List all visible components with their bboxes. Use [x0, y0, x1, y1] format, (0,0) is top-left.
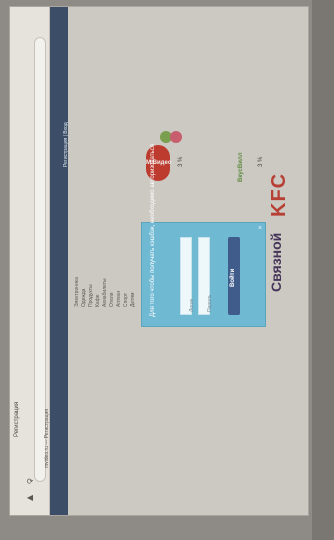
photo-shadow-strip: [312, 0, 334, 540]
password-placeholder: Пароль: [207, 294, 213, 312]
tab-title[interactable]: Регистрация: [14, 367, 24, 437]
login-modal: × Для того чтобы получать кэшбэк, необхо…: [141, 144, 266, 327]
screen: ◀ ⟳ mvideo.ru — Регистрация Регистрация …: [9, 6, 309, 516]
login-placeholder: Логин: [189, 298, 195, 312]
browser-chrome: ◀ ⟳ mvideo.ru — Регистрация Регистрация: [10, 7, 50, 515]
close-icon[interactable]: ×: [258, 225, 262, 232]
modal-title: Для того чтобы получать кэшбэк, необходи…: [150, 144, 156, 317]
password-input[interactable]: Пароль: [198, 237, 213, 315]
login-button-label: Войти: [230, 268, 236, 287]
login-button[interactable]: Войти: [228, 237, 240, 315]
reload-icon[interactable]: ⟳: [25, 477, 35, 487]
back-icon[interactable]: ◀: [25, 493, 35, 503]
site-header: Регистрация | Вход: [50, 7, 69, 515]
login-input[interactable]: Логин: [180, 237, 195, 315]
address-bar[interactable]: mvideo.ru — Регистрация: [34, 37, 50, 482]
